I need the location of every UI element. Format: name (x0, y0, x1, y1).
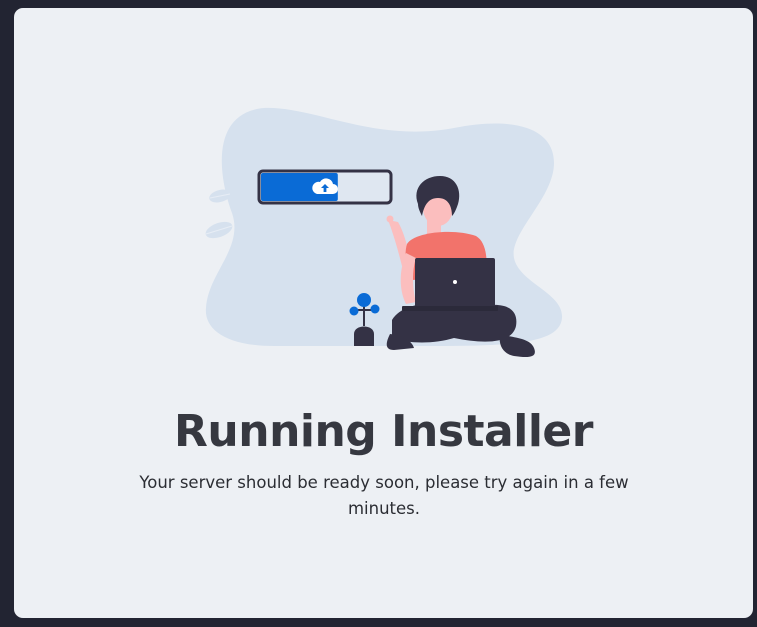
page-title: Running Installer (174, 406, 593, 457)
leaf-icon (205, 189, 233, 239)
installer-illustration (205, 107, 563, 358)
progress-bar (257, 169, 393, 205)
installer-panel: Running Installer Your server should be … (14, 8, 753, 618)
laptop-icon (402, 258, 498, 311)
status-message: Your server should be ready soon, please… (139, 473, 629, 518)
